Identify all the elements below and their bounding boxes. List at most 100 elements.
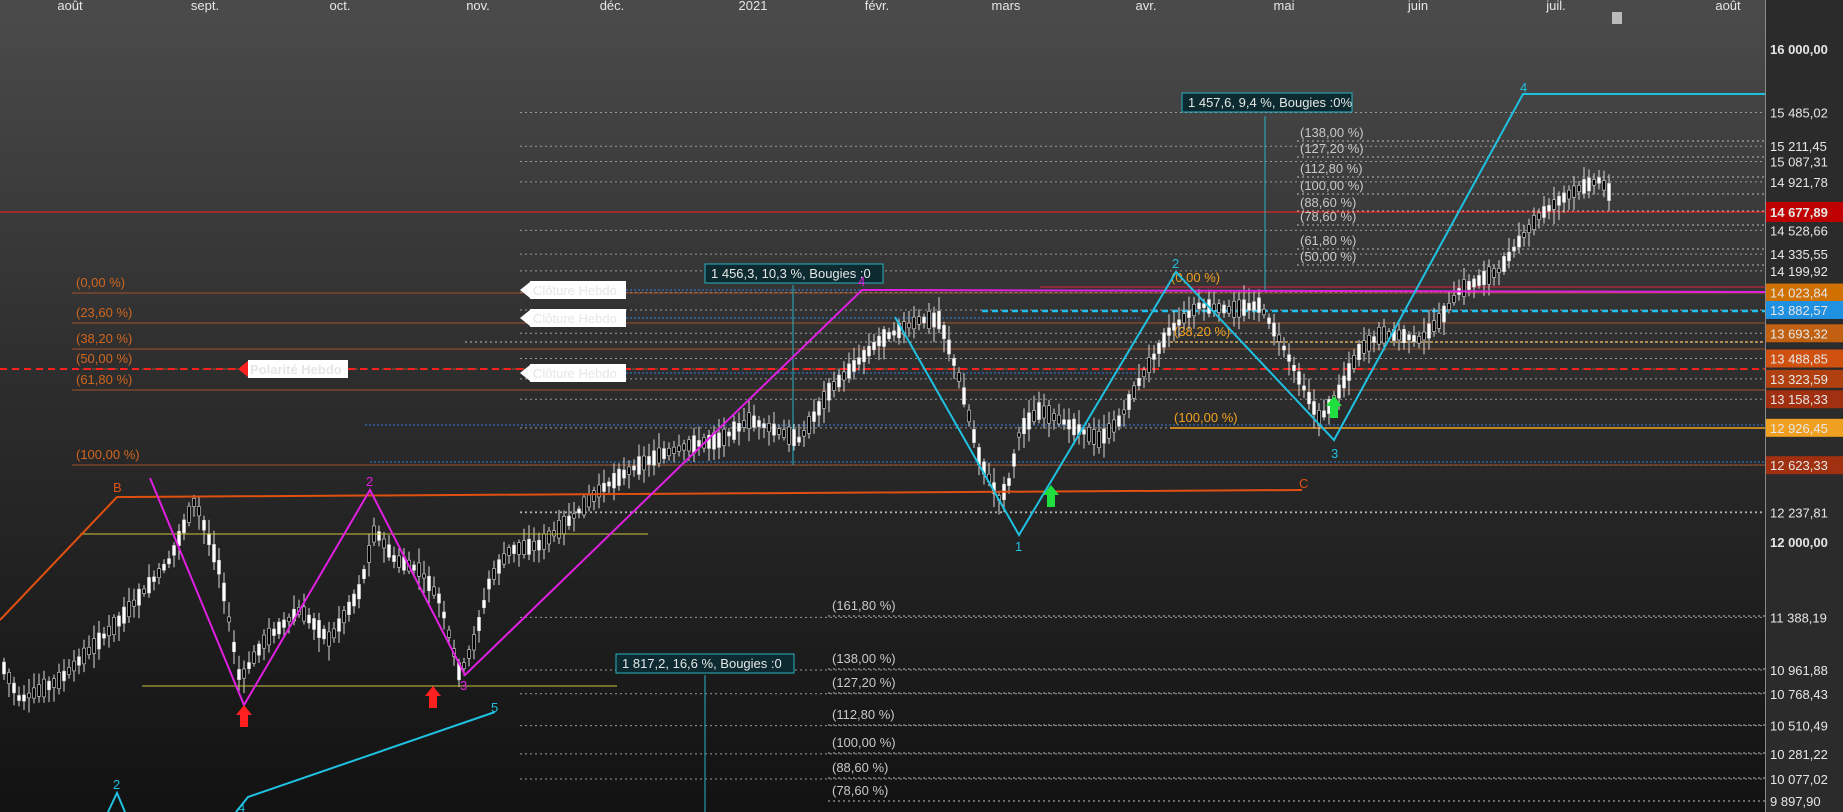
fib-retr-label: (100,00 %) <box>1174 410 1238 425</box>
candle-body <box>767 423 771 433</box>
candle-body <box>187 505 191 523</box>
candle-body <box>1112 419 1116 433</box>
month-tick-label: sept. <box>191 0 219 13</box>
candle-body <box>1377 327 1381 345</box>
candle-body <box>1057 414 1061 425</box>
candle-body <box>332 628 336 639</box>
fib-lower-label: (138,00 %) <box>832 651 896 666</box>
price-axis-label: 11 388,19 <box>1770 610 1827 625</box>
candle-body <box>257 643 261 656</box>
candle-body <box>1102 428 1106 444</box>
candle-body <box>1472 278 1476 288</box>
candle-body <box>922 316 926 324</box>
candle-body <box>1417 336 1421 344</box>
candle-body <box>57 672 61 689</box>
candle-body <box>837 374 841 388</box>
candle-body <box>162 563 166 571</box>
candle-body <box>342 610 346 624</box>
fib-upper-label: (112,80 %) <box>1300 161 1363 176</box>
candle-body <box>77 656 81 666</box>
candle-body <box>442 611 446 619</box>
candle-body <box>1562 192 1566 203</box>
candle-body <box>1507 251 1511 262</box>
price-axis-label: 10 961,88 <box>1770 663 1828 678</box>
candle-body <box>967 409 971 423</box>
price-axis-label: 15 087,31 <box>1770 154 1828 169</box>
candle-body <box>377 531 381 541</box>
candle-body <box>267 627 271 646</box>
candle-body <box>1307 391 1311 405</box>
candle-body <box>1052 413 1056 421</box>
candle-body <box>1032 410 1036 422</box>
candle-body <box>882 329 886 347</box>
fib-left-label: (0,00 %) <box>76 275 125 290</box>
candle-body <box>282 619 286 628</box>
price-axis-label: 10 768,43 <box>1770 687 1828 702</box>
wave-label: 4 <box>858 274 865 289</box>
candle-body <box>697 440 701 447</box>
candle-body <box>742 420 746 428</box>
candle-body <box>752 415 756 428</box>
wave-label: 3 <box>460 678 467 693</box>
price-axis-label: 15 211,45 <box>1770 139 1827 154</box>
candle-body <box>242 668 246 679</box>
candle-body <box>387 544 391 558</box>
fib-upper-label: (138,00 %) <box>1300 125 1364 140</box>
candle-body <box>677 445 681 452</box>
fib-lower-label: (127,20 %) <box>832 675 896 690</box>
candle-body <box>1552 199 1556 210</box>
candle-body <box>557 520 561 539</box>
candle-body <box>462 662 466 669</box>
month-tick-label: avr. <box>1136 0 1157 13</box>
candle-body <box>322 628 326 640</box>
candle-body <box>522 540 526 555</box>
month-tick-label: 2021 <box>739 0 768 13</box>
candle-body <box>152 576 156 582</box>
price-axis-label: 14 335,55 <box>1770 247 1828 262</box>
candle-body <box>822 391 826 409</box>
month-tick-label: mars <box>992 0 1021 13</box>
candle-body <box>107 625 111 637</box>
wave-label: 2 <box>1172 256 1179 271</box>
wave-label: 2 <box>113 777 120 792</box>
candle-body <box>7 672 11 684</box>
wave-label: C <box>1299 476 1308 491</box>
candle-body <box>1072 418 1076 436</box>
candle-body <box>1292 364 1296 372</box>
candle-body <box>1297 371 1301 385</box>
candle-body <box>497 559 501 574</box>
month-tick-label: oct. <box>330 0 351 13</box>
candle-body <box>147 577 151 594</box>
candle-body <box>1482 270 1486 286</box>
candle-body <box>737 423 741 432</box>
candle-body <box>1542 206 1546 218</box>
measure-label: 1 817,2, 16,6 %, Bougies :0 <box>622 656 782 671</box>
price-axis-label: 15 485,02 <box>1770 105 1828 120</box>
price-badge-label: 12 623,33 <box>1770 458 1828 473</box>
fib-left-label: (23,60 %) <box>76 305 132 320</box>
candle-body <box>1012 453 1016 467</box>
candle-body <box>507 547 511 556</box>
month-tick-label: nov. <box>466 0 490 13</box>
polarity-label: Polarité Hebdo <box>250 362 342 377</box>
candle-body <box>1027 412 1031 430</box>
candle-body <box>472 634 476 651</box>
signal-arrow <box>1043 485 1059 507</box>
candle-body <box>1137 377 1141 387</box>
candle-body <box>597 484 601 498</box>
price-axis-label: 14 921,78 <box>1770 175 1828 190</box>
candle-body <box>1402 329 1406 343</box>
candle-body <box>627 466 631 475</box>
wave-label: 5 <box>491 700 498 715</box>
cyan-wave-line <box>235 711 496 812</box>
chart-canvas[interactable]: août sept. oct. nov. déc. 2021 févr. mars avr. ma… <box>0 0 1843 812</box>
candle-body <box>1187 310 1191 318</box>
candle-body <box>927 310 931 330</box>
candle-body <box>1527 224 1531 233</box>
candle-body <box>22 694 26 702</box>
fib-retr-label: (0,00 %) <box>1171 270 1220 285</box>
candle-body <box>1107 423 1111 439</box>
candle-body <box>247 662 251 669</box>
candle-body <box>732 421 736 440</box>
fib-upper-label: (88,60 %) <box>1300 195 1356 210</box>
